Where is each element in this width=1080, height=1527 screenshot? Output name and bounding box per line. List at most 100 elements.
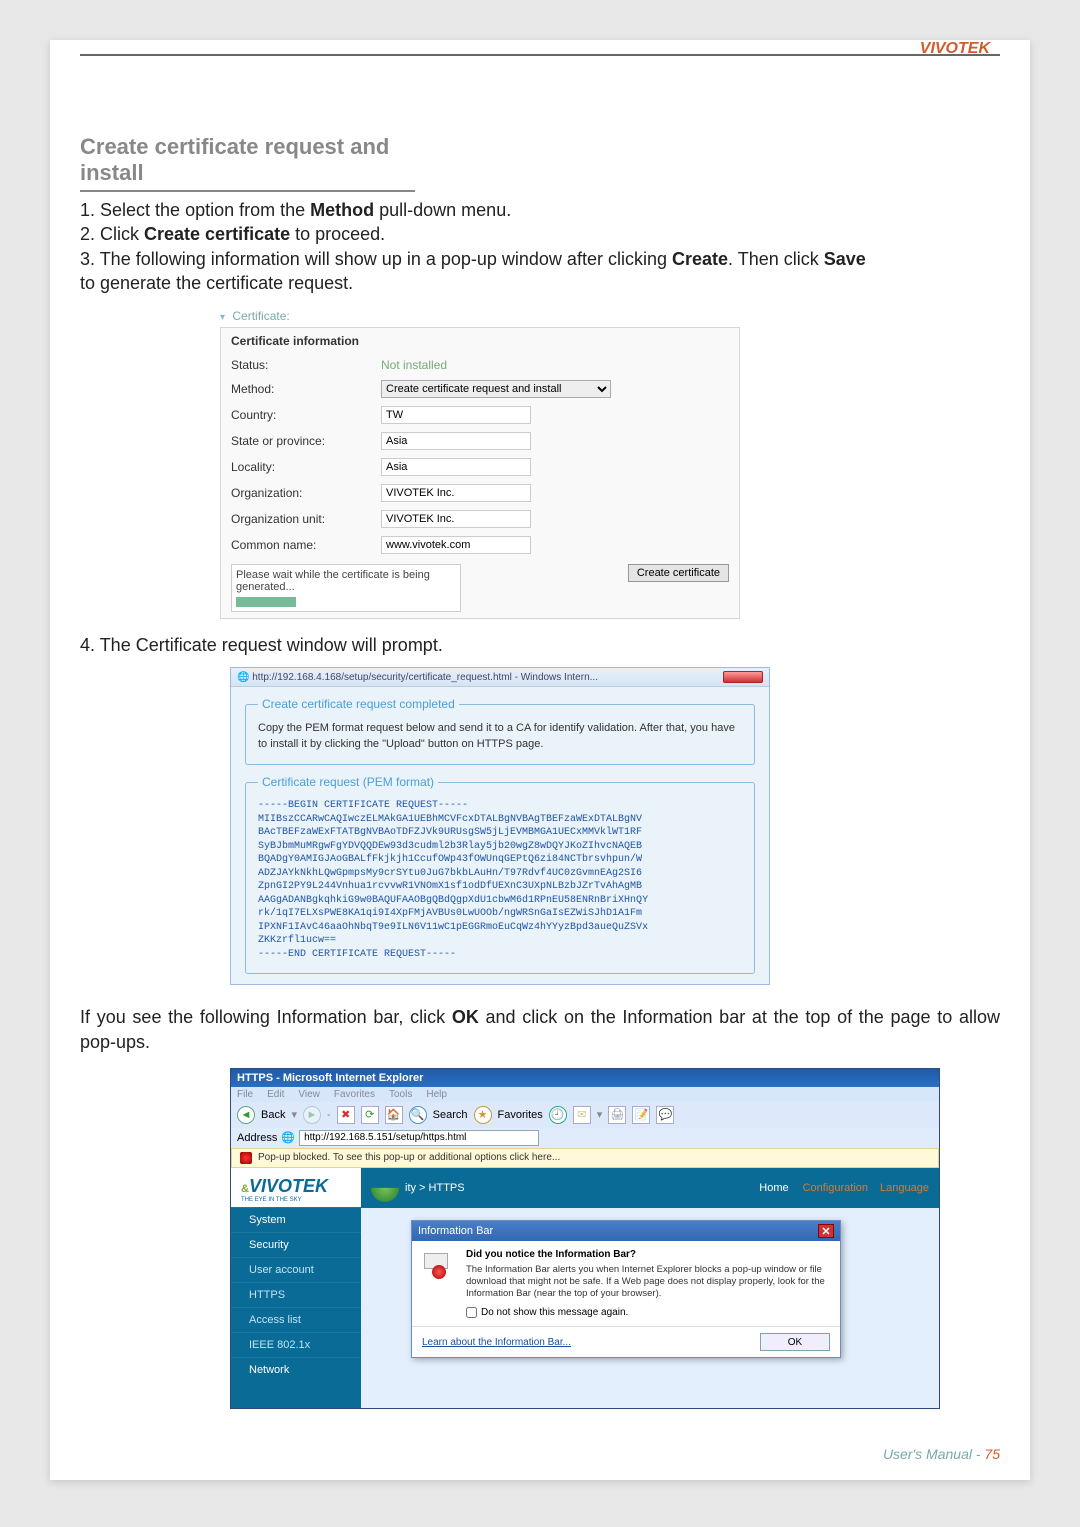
step2-c: to proceed. — [290, 224, 385, 244]
step3-c: . Then click — [728, 249, 824, 269]
pem-fieldset: Certificate request (PEM format) -----BE… — [245, 775, 755, 974]
status-label: Status: — [231, 358, 381, 372]
menu-view[interactable]: View — [298, 1089, 320, 1100]
sidebar-item-https[interactable]: HTTPS — [231, 1282, 361, 1307]
search-label[interactable]: Search — [433, 1109, 468, 1121]
menu-fav[interactable]: Favorites — [334, 1089, 375, 1100]
menu-edit[interactable]: Edit — [267, 1089, 284, 1100]
menu-help[interactable]: Help — [426, 1089, 447, 1100]
sidebar: &VIVOTEK THE EYE IN THE SKY System Secur… — [231, 1168, 361, 1408]
org-input[interactable] — [381, 484, 531, 502]
sidebar-item-network[interactable]: Network — [231, 1357, 361, 1382]
browser-window: HTTPS - Microsoft Internet Explorer File… — [230, 1068, 940, 1409]
forward-icon[interactable]: ► — [303, 1106, 321, 1124]
sidebar-item-user[interactable]: User account — [231, 1257, 361, 1282]
org-label: Organization: — [231, 486, 381, 500]
window-controls-icon[interactable] — [723, 671, 763, 683]
wait-box: Please wait while the certificate is bei… — [231, 564, 461, 612]
edit-src-icon[interactable]: 📝 — [632, 1106, 650, 1124]
step2-a: 2. Click — [80, 224, 144, 244]
logo: &VIVOTEK THE EYE IN THE SKY — [231, 1168, 361, 1207]
logo-sub: THE EYE IN THE SKY — [241, 1197, 355, 1203]
back-icon[interactable]: ◄ — [237, 1106, 255, 1124]
completed-instructions: Copy the PEM format request below and se… — [258, 721, 742, 752]
info-para-b: OK — [452, 1007, 479, 1027]
orgunit-input[interactable] — [381, 510, 531, 528]
info-icon — [422, 1249, 458, 1285]
information-bar-text: Pop-up blocked. To see this pop-up or ad… — [258, 1152, 560, 1163]
dont-show-label: Do not show this message again. — [481, 1307, 628, 1318]
ie-page-icon: 🌐 — [281, 1131, 295, 1144]
dialog-question: Did you notice the Information Bar? — [466, 1249, 636, 1260]
browser-toolbar: ◄ Back ▾ ► - ✖ ⟳ 🏠 🔍 Search ★ Favorites … — [231, 1102, 939, 1128]
browser-menu[interactable]: File Edit View Favorites Tools Help — [231, 1087, 939, 1102]
sidebar-item-system[interactable]: System — [231, 1207, 361, 1232]
favorites-label[interactable]: Favorites — [498, 1109, 543, 1121]
step3-e: to generate the certificate request. — [80, 273, 353, 293]
state-label: State or province: — [231, 434, 381, 448]
information-bar[interactable]: Pop-up blocked. To see this pop-up or ad… — [231, 1148, 939, 1168]
learn-link[interactable]: Learn about the Information Bar... — [422, 1337, 571, 1348]
print-icon[interactable]: 🖨 — [608, 1106, 626, 1124]
sidebar-item-ieee[interactable]: IEEE 802.1x — [231, 1332, 361, 1357]
cn-label: Common name: — [231, 538, 381, 552]
browser-title: HTTPS - Microsoft Internet Explorer — [231, 1069, 939, 1087]
create-certificate-button[interactable]: Create certificate — [628, 564, 729, 582]
brand-label: VIVOTEK — [920, 40, 990, 58]
step4: 4. The Certificate request window will p… — [80, 633, 1000, 657]
certificate-collapse-label: Certificate: — [232, 309, 289, 323]
menu-tools[interactable]: Tools — [389, 1089, 412, 1100]
step1-method: Method — [310, 200, 374, 220]
cn-input[interactable] — [381, 536, 531, 554]
dialog-body: The Information Bar alerts you when Inte… — [466, 1264, 830, 1300]
page-footer: User's Manual - 75 — [883, 1446, 1000, 1462]
step1-c: pull-down menu. — [374, 200, 511, 220]
ok-button[interactable]: OK — [760, 1333, 830, 1351]
link-home[interactable]: Home — [757, 1182, 790, 1194]
stop-icon[interactable]: ✖ — [337, 1106, 355, 1124]
mail-icon[interactable]: ✉ — [573, 1106, 591, 1124]
sidebar-item-access[interactable]: Access list — [231, 1307, 361, 1332]
locality-input[interactable] — [381, 458, 531, 476]
address-label: Address — [237, 1132, 277, 1144]
step3-a: 3. The following information will show u… — [80, 249, 672, 269]
refresh-icon[interactable]: ⟳ — [361, 1106, 379, 1124]
method-select[interactable]: Create certificate request and install — [381, 380, 611, 398]
discuss-icon[interactable]: 💬 — [656, 1106, 674, 1124]
pem-legend: Certificate request (PEM format) — [258, 775, 438, 789]
home-icon[interactable]: 🏠 — [385, 1106, 403, 1124]
favorites-icon[interactable]: ★ — [474, 1106, 492, 1124]
blocked-icon — [240, 1152, 252, 1164]
section-title: Create certificate request and install — [80, 134, 415, 192]
certificate-collapse[interactable]: ▾ Certificate: — [220, 309, 740, 323]
cert-request-window: 🌐 http://192.168.4.168/setup/security/ce… — [230, 667, 770, 985]
certificate-panel: ▾ Certificate: Certificate information S… — [220, 309, 740, 619]
cert-info-title: Certificate information — [231, 334, 729, 348]
history-icon[interactable]: 🕘 — [549, 1106, 567, 1124]
search-icon[interactable]: 🔍 — [409, 1106, 427, 1124]
method-label: Method: — [231, 382, 381, 396]
close-icon[interactable]: ✕ — [818, 1224, 834, 1238]
completed-fieldset: Create certificate request completed Cop… — [245, 697, 755, 765]
locality-label: Locality: — [231, 460, 381, 474]
progress-bar — [236, 597, 296, 607]
link-lang[interactable]: Language — [880, 1182, 929, 1194]
globe-icon — [371, 1174, 399, 1202]
breadcrumb: ity > HTTPS — [405, 1182, 465, 1194]
sidebar-item-security[interactable]: Security — [231, 1232, 361, 1257]
back-label[interactable]: Back — [261, 1109, 285, 1121]
orgunit-label: Organization unit: — [231, 512, 381, 526]
step3-d: Save — [824, 249, 866, 269]
dont-show-checkbox[interactable] — [466, 1307, 477, 1318]
status-value: Not installed — [381, 358, 447, 372]
state-input[interactable] — [381, 432, 531, 450]
info-para-a: If you see the following Information bar… — [80, 1007, 452, 1027]
menu-file[interactable]: File — [237, 1089, 253, 1100]
step3-b: Create — [672, 249, 728, 269]
popup-url: 🌐 http://192.168.4.168/setup/security/ce… — [237, 672, 598, 683]
link-config[interactable]: Configuration — [803, 1182, 868, 1194]
address-input[interactable] — [299, 1130, 539, 1146]
country-input[interactable] — [381, 406, 531, 424]
pem-text: -----BEGIN CERTIFICATE REQUEST----- MIIB… — [258, 799, 742, 961]
chevron-down-icon: ▾ — [220, 312, 225, 323]
